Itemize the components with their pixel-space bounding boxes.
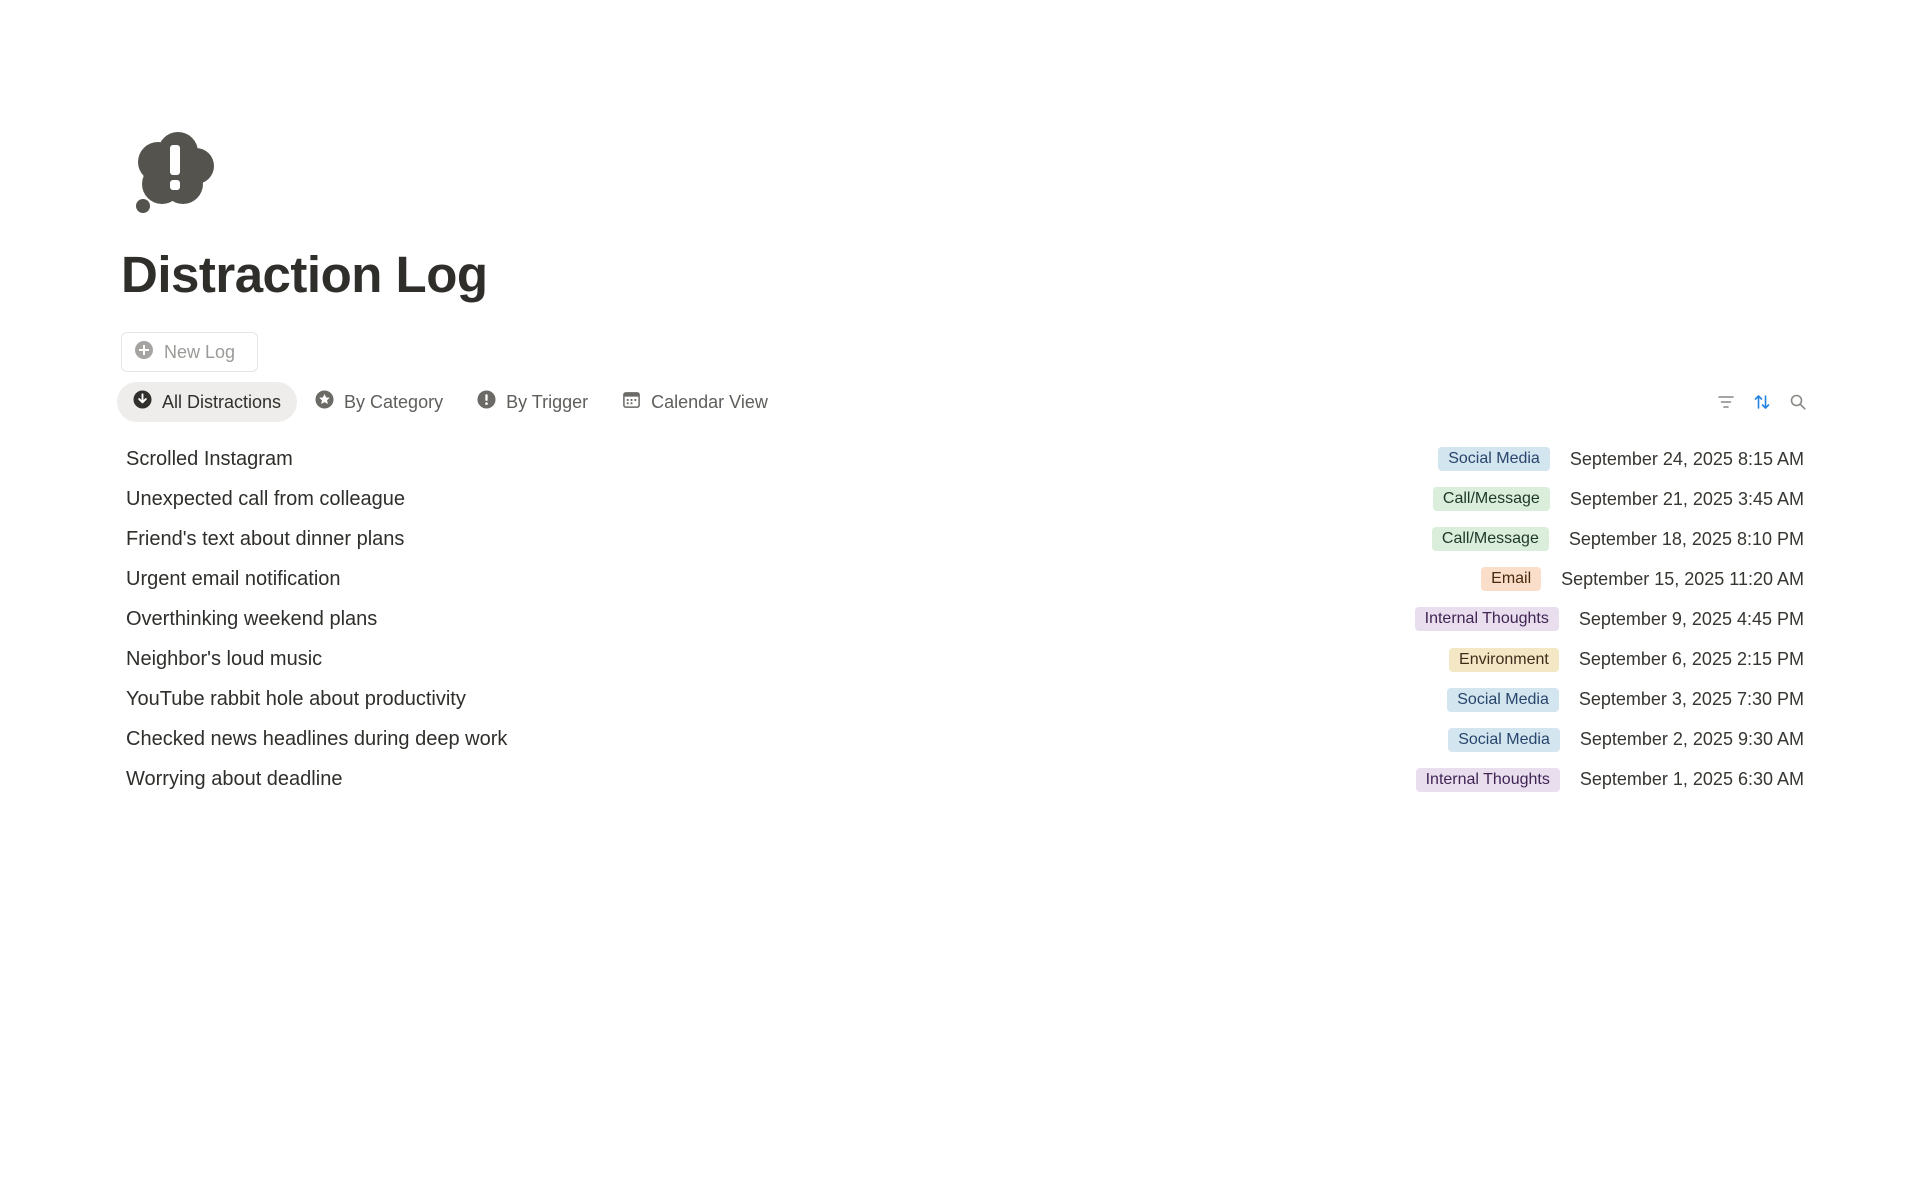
list-item[interactable]: Checked news headlines during deep work …	[126, 720, 1804, 760]
row-title[interactable]: Urgent email notification	[126, 568, 341, 591]
filter-icon[interactable]	[1717, 393, 1735, 411]
view-tabs: All Distractions By Category By Trigger …	[117, 382, 784, 422]
view-tools	[1717, 393, 1807, 411]
list-item[interactable]: Unexpected call from colleague Call/Mess…	[126, 479, 1804, 519]
category-tag: Call/Message	[1432, 487, 1550, 512]
row-properties: Social Media September 3, 2025 7:30 PM	[1447, 687, 1804, 712]
tab-label: By Trigger	[506, 391, 589, 412]
row-date: September 6, 2025 2:15 PM	[1578, 649, 1804, 670]
tab-by-trigger[interactable]: By Trigger	[461, 382, 604, 422]
category-tag: Environment	[1449, 647, 1559, 672]
arrow-down-circle-icon	[133, 390, 152, 414]
category-tag: Call/Message	[1431, 527, 1549, 552]
list-item[interactable]: YouTube rabbit hole about productivity S…	[126, 680, 1804, 720]
tab-all-distractions[interactable]: All Distractions	[117, 382, 298, 422]
tab-by-category[interactable]: By Category	[299, 382, 459, 422]
row-title[interactable]: Overthinking weekend plans	[126, 608, 377, 631]
calendar-icon	[622, 390, 641, 414]
row-date: September 15, 2025 11:20 AM	[1561, 568, 1804, 589]
row-title[interactable]: Worrying about deadline	[126, 768, 342, 791]
row-title[interactable]: Scrolled Instagram	[126, 448, 293, 471]
row-properties: Call/Message September 18, 2025 8:10 PM	[1431, 527, 1804, 552]
search-icon[interactable]	[1789, 393, 1807, 411]
category-tag: Social Media	[1438, 447, 1550, 472]
sort-icon[interactable]	[1753, 393, 1771, 411]
distraction-list: Scrolled Instagram Social Media Septembe…	[126, 439, 1804, 800]
list-item[interactable]: Overthinking weekend plans Internal Thou…	[126, 599, 1804, 639]
row-title[interactable]: Unexpected call from colleague	[126, 488, 405, 511]
exclamation-circle-icon	[477, 390, 496, 414]
new-log-label: New Log	[164, 341, 236, 362]
row-properties: Social Media September 24, 2025 8:15 AM	[1438, 447, 1804, 472]
row-title[interactable]: YouTube rabbit hole about productivity	[126, 688, 466, 711]
row-properties: Call/Message September 21, 2025 3:45 AM	[1432, 487, 1804, 512]
tab-label: By Category	[344, 391, 444, 412]
row-date: September 18, 2025 8:10 PM	[1568, 528, 1804, 549]
row-date: September 9, 2025 4:45 PM	[1578, 608, 1804, 629]
star-circle-icon	[315, 390, 334, 414]
row-properties: Environment September 6, 2025 2:15 PM	[1449, 647, 1804, 672]
list-item[interactable]: Scrolled Instagram Social Media Septembe…	[126, 439, 1804, 479]
list-item[interactable]: Urgent email notification Email Septembe…	[126, 559, 1804, 599]
row-title[interactable]: Checked news headlines during deep work	[126, 728, 507, 751]
row-date: September 3, 2025 7:30 PM	[1578, 689, 1804, 710]
list-item[interactable]: Neighbor's loud music Environment Septem…	[126, 639, 1804, 679]
list-item[interactable]: Worrying about deadline Internal Thought…	[126, 760, 1804, 800]
row-title[interactable]: Neighbor's loud music	[126, 648, 322, 671]
category-tag: Internal Thoughts	[1414, 607, 1559, 632]
row-properties: Email September 15, 2025 11:20 AM	[1481, 567, 1804, 592]
row-date: September 21, 2025 3:45 AM	[1569, 488, 1804, 509]
list-item[interactable]: Friend's text about dinner plans Call/Me…	[126, 519, 1804, 559]
plus-circle-icon	[134, 340, 154, 365]
tab-label: Calendar View	[651, 391, 768, 412]
tab-label: All Distractions	[162, 391, 282, 412]
row-date: September 1, 2025 6:30 AM	[1579, 769, 1804, 790]
new-log-button[interactable]: New Log	[121, 332, 258, 372]
row-properties: Internal Thoughts September 1, 2025 6:30…	[1415, 767, 1804, 792]
row-date: September 24, 2025 8:15 AM	[1569, 448, 1804, 469]
category-tag: Social Media	[1448, 727, 1560, 752]
tab-calendar-view[interactable]: Calendar View	[606, 382, 784, 422]
thought-bubble-exclamation-icon[interactable]	[128, 128, 218, 218]
row-properties: Social Media September 2, 2025 9:30 AM	[1448, 727, 1804, 752]
category-tag: Email	[1481, 567, 1542, 592]
row-date: September 2, 2025 9:30 AM	[1579, 729, 1804, 750]
category-tag: Social Media	[1447, 687, 1559, 712]
page-title: Distraction Log	[121, 246, 488, 303]
category-tag: Internal Thoughts	[1415, 767, 1560, 792]
row-title[interactable]: Friend's text about dinner plans	[126, 528, 404, 551]
row-properties: Internal Thoughts September 9, 2025 4:45…	[1414, 607, 1804, 632]
page: Distraction Log New Log All Distractions…	[0, 0, 1920, 1199]
